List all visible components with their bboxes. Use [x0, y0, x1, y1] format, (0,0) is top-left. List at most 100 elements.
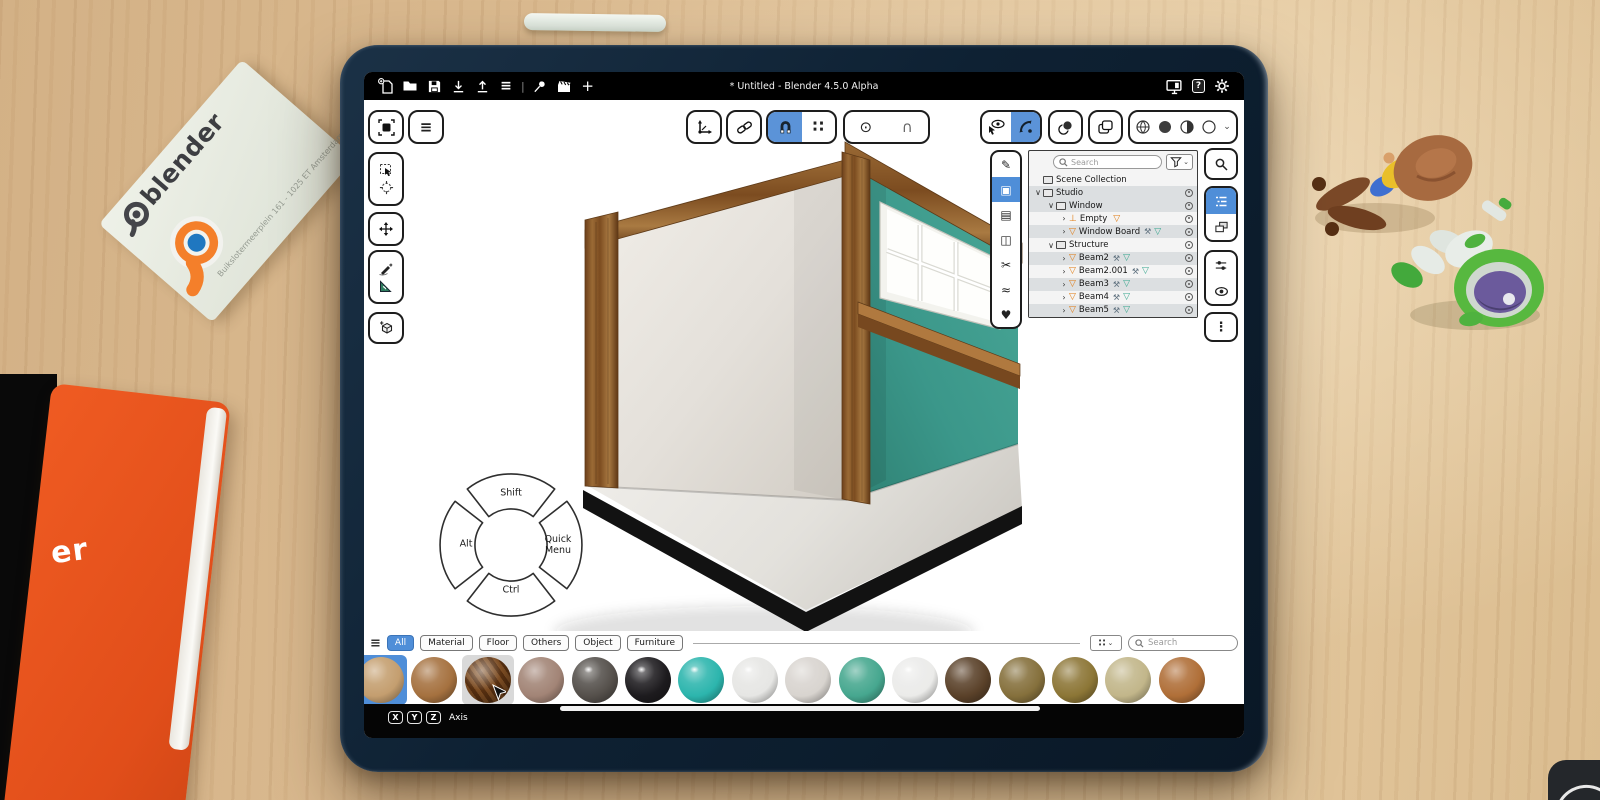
add-icon[interactable]: + — [576, 78, 600, 94]
visibility-eye-icon[interactable] — [1185, 280, 1193, 288]
material-slot-metal-dark[interactable] — [569, 655, 621, 705]
outliner-row[interactable]: ∨Structure — [1029, 238, 1197, 251]
export-icon[interactable] — [470, 78, 494, 94]
select-tool-button[interactable] — [368, 152, 404, 206]
snap-toggle-button[interactable] — [768, 112, 802, 142]
visibility-eye-icon[interactable] — [1185, 228, 1193, 236]
material-slot-white-gloss[interactable] — [729, 655, 781, 705]
expand-arrow-icon[interactable]: › — [1059, 280, 1069, 289]
outliner-row[interactable]: ›▽Beam3⚒▽ — [1029, 278, 1197, 291]
outliner-row[interactable]: ∨Studio — [1029, 186, 1197, 199]
proportional-edit-button[interactable]: ⊙ — [845, 112, 887, 142]
expand-arrow-icon[interactable]: › — [1059, 254, 1069, 263]
expand-arrow-icon[interactable]: › — [1059, 214, 1069, 223]
xray-button[interactable] — [1088, 110, 1123, 144]
outliner-filter-button[interactable]: ⌄ — [1166, 154, 1193, 170]
visibility-eye-icon[interactable] — [1185, 189, 1193, 197]
annotate-measure-tool-button[interactable] — [368, 250, 404, 304]
outliner-row[interactable]: ›▽Beam5⚒▽ — [1029, 304, 1197, 317]
gizmo-active-button[interactable] — [1011, 112, 1040, 142]
move-tool-button[interactable] — [368, 212, 404, 246]
visibility-eye-icon[interactable] — [1185, 267, 1193, 275]
material-slot-wood-golden[interactable] — [1049, 655, 1101, 705]
outliner-row[interactable]: Scene Collection — [1029, 173, 1197, 186]
transform-orientation-button[interactable] — [686, 110, 722, 144]
more-options-button[interactable]: ⋮ — [1204, 312, 1238, 342]
visibility-eye-icon[interactable] — [1185, 293, 1193, 301]
expand-arrow-icon[interactable]: › — [1059, 267, 1069, 276]
chevron-down-icon[interactable]: ⌄ — [1223, 122, 1231, 132]
save-icon[interactable] — [422, 78, 446, 94]
visibility-eye-icon[interactable] — [1185, 306, 1193, 314]
asset-tab-furniture[interactable]: Furniture — [627, 635, 683, 651]
physics-icon[interactable]: ♥ — [992, 302, 1020, 327]
visibility-eye-icon[interactable] — [1185, 202, 1193, 210]
snap-grid-button[interactable]: ∷ — [802, 112, 836, 142]
visibility-eye-icon[interactable] — [1185, 215, 1193, 223]
material-slot-white-matte[interactable] — [782, 655, 834, 705]
help-icon[interactable]: ? — [1192, 79, 1205, 93]
curve-icon[interactable]: ≈ — [992, 277, 1020, 302]
material-slot-oak-medium[interactable] — [408, 655, 460, 705]
axis-x-button[interactable]: X — [388, 711, 403, 724]
render-icon[interactable]: ◫ — [992, 227, 1020, 252]
open-folder-icon[interactable] — [398, 78, 422, 94]
expand-arrow-icon[interactable]: › — [1059, 227, 1069, 236]
filter-sliders-button[interactable] — [1206, 252, 1236, 278]
outliner-row[interactable]: ›▽Window Board⚒▽ — [1029, 225, 1197, 238]
display-mode-button[interactable]: ∷ ⌄ — [1090, 635, 1122, 651]
asset-tab-floor[interactable]: Floor — [479, 635, 517, 651]
import-icon[interactable] — [446, 78, 470, 94]
axis-y-button[interactable]: Y — [407, 711, 422, 724]
outliner-tree-toggle[interactable] — [1206, 188, 1236, 214]
material-slot-white-shiny[interactable] — [889, 655, 941, 705]
outliner-search-input[interactable]: Search — [1053, 155, 1162, 169]
collapse-arrow-icon[interactable]: ∨ — [1046, 201, 1056, 210]
scissors-icon[interactable]: ✂ — [992, 252, 1020, 277]
outliner-row[interactable]: ›▽Beam2.001⚒▽ — [1029, 265, 1197, 278]
outliner-row[interactable]: ›⊥Empty▽ — [1029, 212, 1197, 225]
search-button[interactable] — [1204, 148, 1238, 180]
material-slot-wood-orange[interactable] — [1156, 655, 1208, 705]
material-slot-black-gloss[interactable] — [622, 655, 674, 705]
material-slot-teal-matte[interactable] — [836, 655, 888, 705]
collapse-arrow-icon[interactable]: ∨ — [1046, 241, 1056, 250]
visibility-eye-icon[interactable] — [1185, 254, 1193, 262]
axis-z-button[interactable]: Z — [426, 711, 441, 724]
display-icon[interactable] — [1166, 78, 1183, 95]
image-icon[interactable]: ▣ — [992, 177, 1020, 202]
material-slot-parquet-herringbone[interactable] — [462, 655, 514, 705]
outliner-row[interactable]: ∨Window — [1029, 199, 1197, 212]
asset-tab-others[interactable]: Others — [523, 635, 569, 651]
add-cube-tool-button[interactable] — [368, 312, 404, 344]
visibility-button[interactable] — [1206, 278, 1236, 304]
outliner-row[interactable]: ›▽Beam2⚒▽ — [1029, 252, 1197, 265]
shading-material-icon[interactable] — [1179, 119, 1195, 135]
asset-tab-material[interactable]: Material — [420, 635, 473, 651]
falloff-curve-button[interactable]: ∩ — [887, 112, 929, 142]
asset-tab-all[interactable]: All — [387, 635, 414, 651]
link-button[interactable] — [726, 110, 762, 144]
shading-wireframe-icon[interactable] — [1135, 119, 1151, 135]
expand-arrow-icon[interactable]: › — [1059, 293, 1069, 302]
shading-rendered-icon[interactable] — [1201, 119, 1217, 135]
material-slot-oak-light[interactable] — [364, 655, 407, 705]
show-gizmo-button[interactable] — [982, 112, 1011, 142]
visibility-eye-icon[interactable] — [1185, 241, 1193, 249]
asset-shelf-menu-icon[interactable]: ≡ — [370, 636, 381, 651]
material-slot-teal-gloss[interactable] — [675, 655, 727, 705]
material-slot-walnut-dark[interactable] — [942, 655, 994, 705]
material-slot-birch-pale[interactable] — [1102, 655, 1154, 705]
collapse-arrow-icon[interactable]: ∨ — [1033, 188, 1043, 197]
material-slot-clay-pink[interactable] — [515, 655, 567, 705]
asset-shelf-scrollbar[interactable] — [560, 706, 1040, 711]
expand-arrow-icon[interactable]: › — [1059, 306, 1069, 315]
clapper-icon[interactable]: ▤ — [992, 202, 1020, 227]
outliner-row[interactable]: ›▽Beam4⚒▽ — [1029, 291, 1197, 304]
asset-search-input[interactable]: Search — [1128, 635, 1238, 651]
pin-icon[interactable] — [528, 78, 552, 94]
collections-toggle[interactable] — [1206, 214, 1236, 240]
menu-icon[interactable]: ≡ — [494, 78, 518, 94]
fullscreen-button[interactable] — [368, 110, 404, 144]
overlays-button[interactable] — [1048, 110, 1083, 144]
